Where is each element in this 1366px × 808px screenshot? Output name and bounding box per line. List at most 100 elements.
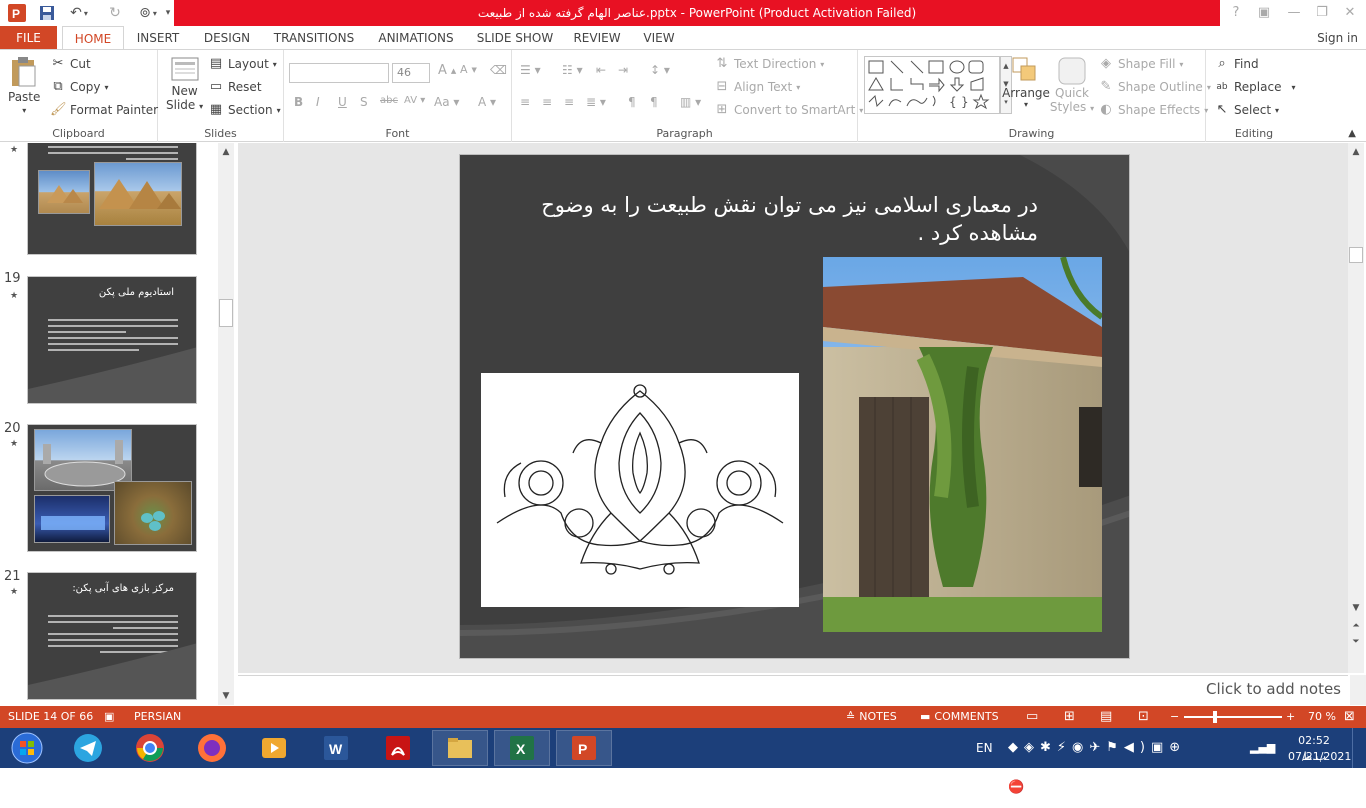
shapes-gallery[interactable]: {} — [864, 56, 1000, 114]
bold-icon[interactable]: B — [294, 95, 303, 109]
clear-formatting-icon[interactable]: ⌫ — [490, 63, 507, 77]
normal-view-icon[interactable]: ▭ — [1026, 706, 1038, 728]
zoom-slider[interactable] — [1184, 716, 1282, 718]
align-left-icon[interactable]: ≡ — [520, 95, 530, 109]
font-size-box[interactable]: 46 — [392, 63, 430, 83]
acrobat-app[interactable] — [370, 730, 426, 766]
previous-slide-icon[interactable]: ⏶ — [1348, 619, 1364, 633]
character-spacing-icon[interactable]: AV ▾ — [404, 95, 425, 106]
slide-thumbnail-21[interactable]: مرکز بازی های آبی پکن: — [27, 572, 197, 700]
house-with-ivy-photo[interactable] — [823, 257, 1102, 632]
slide-thumbnail-20[interactable] — [27, 424, 197, 552]
change-case-icon[interactable]: Aa ▾ — [434, 95, 459, 109]
fit-slide-icon[interactable]: ⊠ — [1344, 706, 1355, 728]
customize-qat-icon[interactable]: ▾ — [162, 3, 174, 23]
copy-button[interactable]: ⧉ Copy ▾ — [50, 79, 108, 95]
notes-pane[interactable]: Click to add notes — [238, 675, 1348, 705]
scroll-down-icon[interactable]: ▼ — [218, 689, 234, 703]
increase-font-icon[interactable]: A ▲ — [438, 63, 456, 78]
columns-icon[interactable]: ▥ ▾ — [680, 95, 701, 109]
powerpoint-app[interactable]: P — [556, 730, 612, 766]
tab-insert[interactable]: INSERT — [132, 26, 184, 50]
current-slide[interactable]: در معماری اسلامی نیز می توان نقش طبیعت ر… — [459, 154, 1130, 659]
zoom-slider-thumb[interactable] — [1213, 711, 1217, 723]
slide-scrollbar[interactable] — [1348, 143, 1364, 673]
arrange-button[interactable]: Arrange ▾ — [1002, 56, 1050, 109]
replace-button[interactable]: ab Replace ▾ — [1214, 79, 1295, 95]
slide-thumbnail-19[interactable]: استادیوم ملی پکن — [27, 276, 197, 404]
slide-title[interactable]: در معماری اسلامی نیز می توان نقش طبیعت ر… — [500, 191, 1038, 247]
strikethrough-icon[interactable]: abc — [380, 95, 398, 106]
scroll-up-icon[interactable]: ▲ — [218, 145, 234, 159]
firefox-app[interactable] — [184, 730, 240, 766]
next-slide-icon[interactable]: ⏷ — [1348, 635, 1364, 649]
start-from-beginning-icon[interactable]: ⊚ ▾ — [134, 3, 162, 23]
italic-icon[interactable]: I — [316, 95, 320, 109]
reading-view-icon[interactable]: ▤ — [1100, 706, 1112, 728]
reset-button[interactable]: ▭ Reset — [208, 79, 262, 95]
close-icon[interactable]: ✕ — [1336, 3, 1364, 23]
slide-scrollbar-thumb[interactable] — [1349, 247, 1363, 263]
restore-icon[interactable]: ❐ — [1308, 3, 1336, 23]
language-indicator[interactable]: PERSIAN — [134, 706, 181, 728]
text-shadow-icon[interactable]: S — [360, 95, 368, 109]
save-icon[interactable] — [36, 3, 58, 23]
shape-effects-button[interactable]: ◐ Shape Effects ▾ — [1098, 102, 1208, 118]
shape-fill-button[interactable]: ◈ Shape Fill ▾ — [1098, 56, 1183, 72]
media-player-app[interactable] — [246, 730, 302, 766]
convert-smartart-button[interactable]: ⊞ Convert to SmartArt ▾ — [714, 102, 864, 118]
tab-review[interactable]: REVIEW — [570, 26, 624, 50]
decrease-indent-icon[interactable]: ⇤ — [596, 63, 606, 77]
tab-animations[interactable]: ANIMATIONS — [372, 26, 460, 50]
numbering-icon[interactable]: ☷ ▾ — [562, 63, 583, 77]
quick-styles-button[interactable]: Quick Styles ▾ — [1050, 56, 1094, 114]
notes-button[interactable]: ≙ NOTES — [846, 706, 897, 728]
thumbnail-scrollbar-thumb[interactable] — [219, 299, 233, 327]
slide-sorter-icon[interactable]: ⊞ — [1064, 706, 1075, 728]
font-name-box[interactable] — [289, 63, 389, 83]
align-right-icon[interactable]: ≡ — [564, 95, 574, 109]
chrome-app[interactable] — [122, 730, 178, 766]
slide-thumbnail-18[interactable] — [27, 143, 197, 255]
increase-indent-icon[interactable]: ⇥ — [618, 63, 628, 77]
collapse-ribbon-icon[interactable]: ▲ — [1348, 128, 1356, 139]
shape-outline-button[interactable]: ✎ Shape Outline ▾ — [1098, 79, 1211, 95]
zoom-out-icon[interactable]: − — [1170, 706, 1179, 728]
format-painter-button[interactable]: 🖌 Format Painter — [50, 102, 158, 118]
undo-icon[interactable]: ↶ ▾ — [64, 3, 94, 23]
telegram-app[interactable] — [60, 730, 116, 766]
find-button[interactable]: ⌕ Find — [1214, 56, 1258, 72]
zoom-level[interactable]: 70 % — [1308, 706, 1336, 728]
font-color-icon[interactable]: A ▾ — [478, 95, 496, 109]
line-spacing-icon[interactable]: ↕ ▾ — [650, 63, 670, 77]
tab-design[interactable]: DESIGN — [200, 26, 254, 50]
show-desktop-button[interactable] — [1352, 728, 1366, 768]
rtl-icon[interactable]: ¶ — [650, 95, 658, 109]
notes-placeholder[interactable]: Click to add notes — [1206, 680, 1341, 698]
excel-app[interactable]: X — [494, 730, 550, 766]
slide-scroll-up-icon[interactable]: ▲ — [1348, 145, 1364, 159]
file-explorer-app[interactable] — [432, 730, 488, 766]
sign-in-link[interactable]: Sign in — [1317, 26, 1358, 50]
ltr-icon[interactable]: ¶ — [628, 95, 636, 109]
zoom-in-icon[interactable]: + — [1286, 706, 1295, 728]
ribbon-display-options-icon[interactable]: ▣ — [1250, 3, 1278, 23]
layout-button[interactable]: ▤ Layout ▾ — [208, 56, 277, 72]
start-button[interactable] — [0, 730, 54, 766]
network-icon[interactable]: ▂▄▆ — [1250, 728, 1275, 768]
bullets-icon[interactable]: ☰ ▾ — [520, 63, 541, 77]
clock-time[interactable]: 02:52 ب.ظ — [1288, 733, 1340, 763]
clock-date[interactable]: 07/21/2021 — [1288, 749, 1351, 765]
system-tray-icons[interactable]: ◆◈✱⚡◉✈⚑◀)▣⊕⛔ — [1008, 728, 1208, 795]
tab-transitions[interactable]: TRANSITIONS — [270, 26, 358, 50]
redo-icon[interactable]: ↻ — [104, 3, 126, 23]
slide-show-icon[interactable]: ⊡ — [1138, 706, 1149, 728]
select-button[interactable]: ↖ Select ▾ — [1214, 102, 1280, 118]
align-text-button[interactable]: ⊟ Align Text ▾ — [714, 79, 801, 95]
paste-button[interactable]: Paste ▾ — [8, 56, 40, 115]
underline-icon[interactable]: U — [338, 95, 347, 109]
slide-scroll-down-icon[interactable]: ▼ — [1348, 601, 1364, 615]
cut-button[interactable]: ✂ Cut — [50, 56, 91, 72]
text-direction-button[interactable]: ⇅ Text Direction ▾ — [714, 56, 825, 72]
tab-slide-show[interactable]: SLIDE SHOW — [474, 26, 556, 50]
